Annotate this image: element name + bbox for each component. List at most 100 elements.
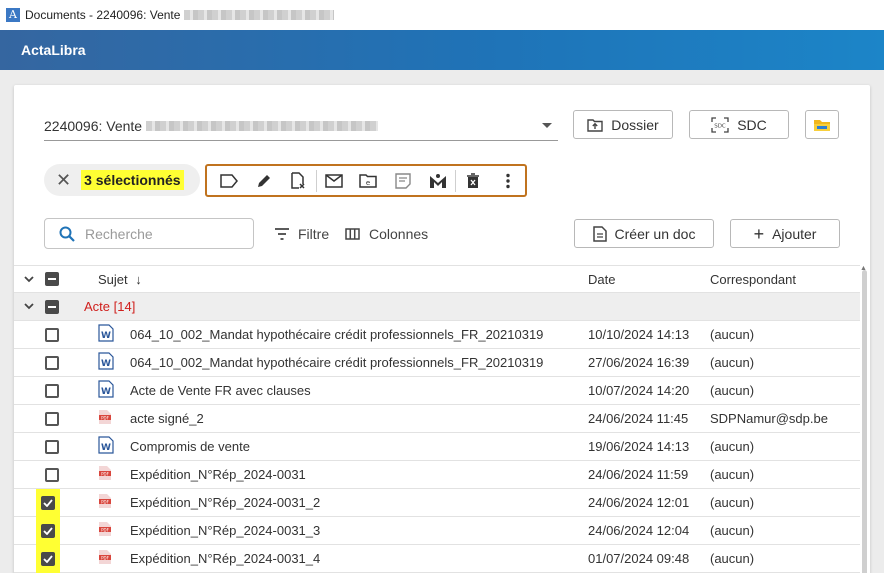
columns-button[interactable]: Colonnes bbox=[345, 224, 428, 244]
clear-selection-icon[interactable]: ✕ bbox=[56, 171, 71, 189]
table-row[interactable]: W 064_10_002_Mandat hypothécaire crédit p… bbox=[14, 349, 860, 377]
group-label: Acte [14] bbox=[84, 299, 136, 314]
group-row[interactable]: Acte [14] bbox=[14, 293, 860, 321]
dossier-select-value: 2240096: Vente bbox=[44, 117, 143, 134]
m-logo-icon bbox=[429, 173, 446, 188]
file-explorer-button[interactable] bbox=[805, 110, 839, 139]
columns-icon bbox=[345, 228, 360, 240]
e-folder-icon: e bbox=[359, 174, 378, 188]
create-doc-button[interactable]: Créer un doc bbox=[574, 219, 714, 248]
header-subject[interactable]: Sujet ↓ bbox=[98, 272, 142, 287]
row-checkbox[interactable] bbox=[44, 439, 60, 455]
table-row[interactable]: W Acte de Vente FR avec clauses 10/07/2024… bbox=[14, 377, 860, 405]
collapse-all-icon[interactable] bbox=[22, 275, 36, 283]
row-date: 24/06/2024 12:04 bbox=[588, 523, 690, 538]
delete-button[interactable] bbox=[456, 166, 491, 195]
header-correspondent[interactable]: Correspondant bbox=[710, 272, 796, 287]
row-correspondent: (aucun) bbox=[710, 467, 755, 482]
m-app-button[interactable] bbox=[420, 166, 455, 195]
add-button[interactable]: + Ajouter bbox=[730, 219, 840, 248]
row-correspondent: (aucun) bbox=[710, 551, 755, 566]
selection-chip: ✕ 3 sélectionnés bbox=[44, 164, 200, 196]
edit-button[interactable] bbox=[247, 166, 282, 195]
folder-upload-icon bbox=[587, 118, 603, 132]
trash-icon bbox=[467, 172, 480, 188]
sdc-button[interactable]: SDC SDC bbox=[689, 110, 789, 139]
row-date: 10/07/2024 14:20 bbox=[588, 383, 690, 398]
table-row[interactable]: PDF Expédition_N°Rép_2024-0031 24/06/2024 … bbox=[14, 461, 860, 489]
app-header: ActaLibra bbox=[0, 30, 884, 70]
row-subject[interactable]: 064_10_002_Mandat hypothécaire crédit pr… bbox=[130, 327, 543, 342]
select-all-checkbox[interactable] bbox=[44, 271, 60, 287]
table-row[interactable]: PDF Expédition_N°Rép_2024-0031_3 24/06/202… bbox=[14, 516, 860, 545]
note-button[interactable] bbox=[386, 166, 421, 195]
filter-label: Filtre bbox=[298, 226, 330, 242]
svg-text:SDC: SDC bbox=[714, 123, 726, 129]
row-checkbox[interactable] bbox=[36, 488, 60, 517]
row-checkbox[interactable] bbox=[44, 467, 60, 483]
row-correspondent: (aucun) bbox=[710, 523, 755, 538]
row-subject[interactable]: Expédition_N°Rép_2024-0031_4 bbox=[130, 551, 320, 566]
table-row[interactable]: W Compromis de vente 19/06/2024 14:13 (aucu… bbox=[14, 433, 860, 461]
dossier-button[interactable]: Dossier bbox=[573, 110, 673, 139]
word-doc-icon: W bbox=[98, 352, 114, 373]
tag-button[interactable] bbox=[212, 166, 247, 195]
header-date[interactable]: Date bbox=[588, 272, 615, 287]
row-correspondent: SDPNamur@sdp.be bbox=[710, 411, 828, 426]
note-icon bbox=[395, 172, 411, 189]
row-date: 24/06/2024 11:59 bbox=[588, 467, 689, 482]
word-doc-icon: W bbox=[98, 436, 114, 457]
row-date: 27/06/2024 16:39 bbox=[588, 355, 690, 370]
redacted-text bbox=[184, 10, 335, 20]
row-checkbox[interactable] bbox=[44, 411, 60, 427]
row-subject[interactable]: Expédition_N°Rép_2024-0031_2 bbox=[130, 495, 320, 510]
row-checkbox[interactable] bbox=[44, 383, 60, 399]
more-vertical-icon bbox=[505, 173, 510, 188]
svg-text:W: W bbox=[101, 387, 111, 397]
collapse-group-icon[interactable] bbox=[22, 303, 36, 310]
table-row[interactable]: PDF Expédition_N°Rép_2024-0031_2 24/06/202… bbox=[14, 488, 860, 517]
row-subject[interactable]: acte signé_2 bbox=[130, 411, 204, 426]
selection-count: 3 sélectionnés bbox=[81, 170, 184, 190]
row-date: 19/06/2024 14:13 bbox=[588, 439, 690, 454]
row-checkbox[interactable] bbox=[44, 355, 60, 371]
row-subject[interactable]: Expédition_N°Rép_2024-0031_3 bbox=[130, 523, 320, 538]
table-row[interactable]: PDF Expédition_N°Rép_2024-0031_4 01/07/202… bbox=[14, 544, 860, 573]
row-subject[interactable]: Acte de Vente FR avec clauses bbox=[130, 383, 311, 398]
row-checkbox[interactable] bbox=[36, 516, 60, 545]
document-remove-button[interactable] bbox=[281, 166, 316, 195]
row-checkbox[interactable] bbox=[36, 544, 60, 573]
row-date: 24/06/2024 11:45 bbox=[588, 411, 689, 426]
svg-text:W: W bbox=[101, 443, 111, 453]
file-explorer-icon bbox=[814, 119, 830, 131]
table-row[interactable]: PDF acte signé_2 24/06/2024 11:45 SDPNamur@… bbox=[14, 405, 860, 433]
tag-icon bbox=[220, 173, 239, 188]
row-correspondent: (aucun) bbox=[710, 383, 755, 398]
documents-table: Sujet ↓ Date Correspondant Acte [14] W 06… bbox=[14, 265, 860, 573]
dossier-select[interactable]: 2240096: Vente bbox=[44, 111, 558, 141]
row-subject[interactable]: 064_10_002_Mandat hypothécaire crédit pr… bbox=[130, 355, 543, 370]
row-correspondent: (aucun) bbox=[710, 355, 755, 370]
caret-down-icon[interactable] bbox=[542, 123, 552, 128]
create-doc-label: Créer un doc bbox=[614, 225, 696, 242]
window-title: Documents - 2240096: Vente bbox=[25, 8, 181, 22]
table-row[interactable]: W 064_10_002_Mandat hypothécaire crédit p… bbox=[14, 321, 860, 349]
row-subject[interactable]: Expédition_N°Rép_2024-0031 bbox=[130, 467, 306, 482]
scrollbar[interactable] bbox=[862, 270, 867, 573]
email-button[interactable] bbox=[317, 166, 352, 195]
row-checkbox[interactable] bbox=[44, 327, 60, 343]
pdf-icon: PDF bbox=[98, 549, 112, 568]
e-folder-button[interactable]: e bbox=[351, 166, 386, 195]
row-correspondent: (aucun) bbox=[710, 327, 755, 342]
more-actions-button[interactable] bbox=[490, 166, 525, 195]
sdc-button-label: SDC bbox=[737, 116, 767, 133]
search-icon bbox=[59, 226, 75, 242]
search-input[interactable] bbox=[85, 225, 235, 242]
row-correspondent: (aucun) bbox=[710, 495, 755, 510]
row-subject[interactable]: Compromis de vente bbox=[130, 439, 250, 454]
group-checkbox[interactable] bbox=[44, 299, 60, 315]
row-date: 24/06/2024 12:01 bbox=[588, 495, 690, 510]
pencil-icon bbox=[257, 174, 270, 187]
app-logo-icon: A bbox=[6, 8, 20, 22]
filter-button[interactable]: Filtre bbox=[275, 224, 329, 244]
